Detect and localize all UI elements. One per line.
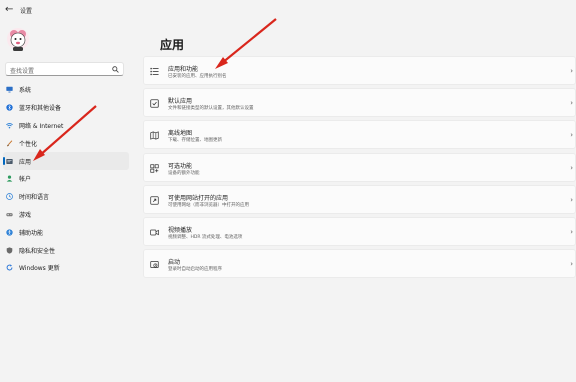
card-title: 可选功能: [168, 162, 193, 170]
card-title: 启动: [168, 259, 181, 267]
sidebar-item-label: 帐户: [19, 176, 32, 184]
sidebar-nav: 系统 蓝牙和其他设备 网络 & Internet 个性化 应用 帐户 时间和语言…: [3, 81, 129, 277]
card-title: 应用和功能: [168, 66, 199, 73]
globe-clock-icon: [6, 193, 13, 201]
search-placeholder: 查找设置: [10, 68, 35, 75]
search-input[interactable]: 查找设置: [5, 62, 124, 76]
sidebar-item-time-language[interactable]: 时间和语言: [3, 188, 129, 206]
window-title: 设置: [20, 8, 33, 15]
sidebar-item-system[interactable]: 系统: [3, 81, 129, 99]
card-title: 离线地图: [168, 130, 193, 138]
sidebar-item-label: 辅助功能: [19, 229, 44, 237]
avatar[interactable]: [6, 26, 30, 52]
chevron-right-icon: ›: [570, 67, 573, 75]
sidebar-item-bluetooth[interactable]: 蓝牙和其他设备: [3, 99, 129, 117]
card-default-apps[interactable]: 默认应用 文件和链接类型的默认设置，其他默认设置 ›: [143, 88, 576, 118]
card-description: 设备的额外功能: [168, 170, 200, 176]
update-icon: [6, 264, 13, 271]
video-icon: [150, 229, 159, 236]
sidebar-item-windows-update[interactable]: Windows 更新: [3, 259, 129, 277]
apps-icon: [6, 158, 13, 164]
card-description: 视频调整、HDR 流式处理、电池选项: [168, 234, 243, 240]
default-apps-icon: [150, 99, 159, 108]
search-icon: [112, 66, 119, 73]
sidebar-item-network[interactable]: 网络 & Internet: [3, 117, 129, 135]
sidebar-item-label: 网络 & Internet: [19, 122, 64, 130]
title-bar: ← 设置: [0, 0, 576, 22]
chevron-right-icon: ›: [570, 99, 573, 108]
card-description: 登录时自动启动的应用程序: [168, 267, 222, 273]
startup-icon: [150, 261, 159, 269]
accessibility-icon: [6, 229, 13, 236]
settings-list: 应用和功能 已安装的应用、应用执行别名 › 默认应用 文件和链接类型的默认设置，…: [143, 56, 576, 281]
back-arrow-icon[interactable]: ←: [5, 4, 13, 16]
card-description: 文件和链接类型的默认设置，其他默认设置: [168, 106, 254, 112]
card-title: 默认应用: [168, 98, 193, 106]
sidebar-item-accounts[interactable]: 帐户: [3, 170, 129, 188]
gamepad-icon: [6, 213, 13, 217]
card-video-playback[interactable]: 视频播放 视频调整、HDR 流式处理、电池选项 ›: [143, 216, 576, 246]
sidebar-item-label: 游戏: [19, 211, 32, 219]
card-description: 已安装的应用、应用执行别名: [168, 74, 227, 79]
chevron-right-icon: ›: [570, 163, 573, 172]
sidebar-item-accessibility[interactable]: 辅助功能: [3, 223, 129, 241]
page-title: 应用: [160, 38, 185, 52]
sidebar-item-gaming[interactable]: 游戏: [3, 206, 129, 224]
sidebar-item-personalization[interactable]: 个性化: [3, 134, 129, 152]
card-optional-features[interactable]: 可选功能 设备的额外功能 ›: [143, 152, 576, 182]
apps-list-icon: [150, 67, 159, 76]
monitor-icon: [6, 87, 13, 93]
shield-icon: [6, 246, 13, 254]
sidebar-item-label: 时间和语言: [19, 194, 50, 202]
optional-features-icon: [150, 163, 159, 173]
sidebar-item-label: 隐私和安全性: [19, 247, 56, 255]
web-apps-icon: [150, 196, 159, 205]
chevron-right-icon: ›: [570, 131, 573, 140]
sidebar-item-label: 系统: [19, 87, 32, 95]
map-icon: [150, 131, 159, 140]
sidebar-item-label: 蓝牙和其他设备: [19, 105, 62, 113]
person-icon: [6, 175, 13, 183]
brush-icon: [7, 140, 13, 147]
bluetooth-icon: [6, 104, 13, 111]
card-apps-for-websites[interactable]: 可使用网站打开的应用 可使用网站（而非浏览器）中打开的应用 ›: [143, 184, 576, 214]
card-apps-features[interactable]: 应用和功能 已安装的应用、应用执行别名 ›: [143, 56, 576, 85]
sidebar-item-label: 个性化: [19, 140, 38, 148]
chevron-right-icon: ›: [570, 260, 573, 269]
sidebar-item-label: 应用: [19, 158, 32, 166]
card-title: 可使用网站打开的应用: [168, 194, 229, 202]
sidebar-item-privacy[interactable]: 隐私和安全性: [3, 241, 129, 259]
chevron-right-icon: ›: [570, 227, 573, 236]
card-offline-maps[interactable]: 离线地图 下载、存储位置、地图更新 ›: [143, 120, 576, 150]
card-startup[interactable]: 启动 登录时自动启动的应用程序 ›: [143, 249, 576, 279]
card-description: 下载、存储位置、地图更新: [168, 138, 222, 144]
wifi-icon: [6, 122, 13, 129]
card-title: 视频播放: [168, 226, 193, 234]
chevron-right-icon: ›: [570, 195, 573, 204]
card-description: 可使用网站（而非浏览器）中打开的应用: [168, 202, 249, 208]
sidebar-item-apps[interactable]: 应用: [3, 152, 129, 170]
sidebar-item-label: Windows 更新: [19, 265, 60, 273]
